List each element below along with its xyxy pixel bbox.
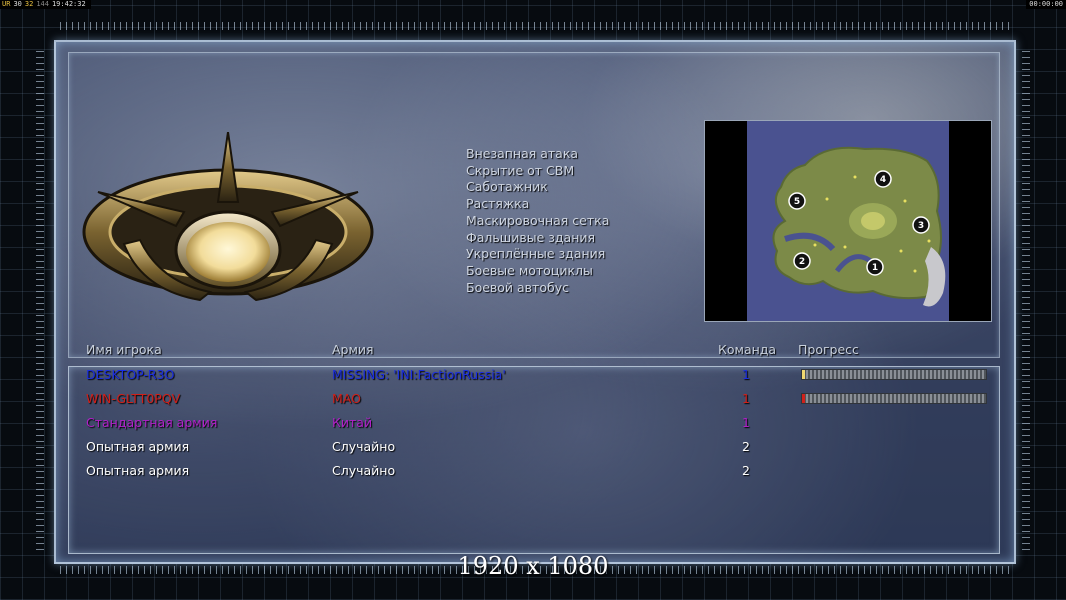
army-select[interactable]: MISSING: 'INI:FactionRussia' (332, 366, 506, 384)
svg-text:5: 5 (794, 197, 800, 207)
option-item: Фальшивые здания (466, 229, 596, 245)
table-row[interactable]: WIN-GLTT0PQV MAO 1 (56, 390, 1014, 414)
perf-label: UR (2, 0, 11, 8)
option-item: Внезапная атака (466, 146, 579, 161)
army-select[interactable]: MAO (332, 390, 361, 408)
option-item: Боевые мотоциклы (466, 262, 593, 278)
start-position-marker: 2 (793, 252, 811, 270)
ruler-right (1022, 50, 1030, 550)
player-name[interactable]: Опытная армия (86, 462, 189, 480)
svg-text:3: 3 (918, 221, 924, 231)
player-name[interactable]: DESKTOP-R3O (86, 366, 174, 384)
option-item: Скрытие от СВМ (466, 162, 575, 178)
player-name[interactable]: Стандартная армия (86, 414, 217, 432)
table-row[interactable]: DESKTOP-R3O MISSING: 'INI:FactionRussia' 1 (56, 366, 1014, 390)
option-item: Растяжка (466, 196, 530, 212)
load-progress-fill (802, 370, 805, 379)
column-header-army: Армия (332, 342, 374, 357)
player-name[interactable]: Опытная армия (86, 438, 189, 456)
team-select[interactable]: 1 (742, 366, 750, 384)
map-preview-image: 1 2 3 4 5 (705, 121, 991, 321)
army-select[interactable]: Китай (332, 414, 372, 432)
svg-text:2: 2 (799, 257, 805, 267)
svg-text:4: 4 (880, 175, 886, 185)
option-item: Саботажник (466, 179, 548, 195)
option-item: Боевой автобус (466, 279, 569, 295)
column-header-player: Имя игрока (86, 342, 162, 357)
resolution-caption: 1920 x 1080 (457, 552, 609, 580)
start-position-marker: 3 (912, 216, 930, 234)
perf-value-2: 32 (24, 0, 34, 8)
team-select[interactable]: 2 (742, 438, 750, 456)
team-select[interactable]: 1 (742, 390, 750, 408)
perf-overlay: UR 30 32 144 19:42:32 (0, 0, 91, 9)
start-position-marker: 5 (788, 192, 806, 210)
player-name[interactable]: WIN-GLTT0PQV (86, 390, 180, 408)
team-select[interactable]: 1 (742, 414, 750, 432)
load-progress-fill (802, 394, 805, 403)
ruler-top (60, 22, 1010, 30)
column-header-team: Команда (718, 342, 777, 357)
table-row[interactable]: Опытная армия Случайно 2 (56, 462, 1014, 486)
perf-clock: 19:42:32 (51, 0, 86, 8)
map-preview: 1 2 3 4 5 (704, 120, 992, 322)
team-select[interactable]: 2 (742, 462, 750, 480)
start-position-marker: 1 (866, 258, 884, 276)
faction-emblem-icon (82, 132, 374, 302)
table-row[interactable]: Стандартная армия Китай 1 (56, 414, 1014, 438)
load-progress-bar (801, 369, 987, 380)
svg-text:1: 1 (872, 263, 878, 273)
load-progress-bar (801, 393, 987, 404)
army-select[interactable]: Случайно (332, 438, 395, 456)
ruler-left (36, 50, 44, 550)
army-select[interactable]: Случайно (332, 462, 395, 480)
perf-value-3: 144 (36, 0, 49, 8)
perf-value-1: 30 (13, 0, 22, 8)
option-item: Укреплённые здания (466, 246, 606, 262)
game-options-list: Внезапная атака Скрытие от СВМ Саботажни… (466, 146, 609, 296)
start-position-marker: 4 (874, 170, 892, 188)
option-item: Маскировочная сетка (466, 212, 610, 228)
column-header-progress: Прогресс (798, 342, 859, 357)
game-lobby-panel: Внезапная атака Скрытие от СВМ Саботажни… (54, 40, 1016, 564)
perf-timer: 00:00:00 (1026, 0, 1066, 9)
table-row[interactable]: Опытная армия Случайно 2 (56, 438, 1014, 462)
